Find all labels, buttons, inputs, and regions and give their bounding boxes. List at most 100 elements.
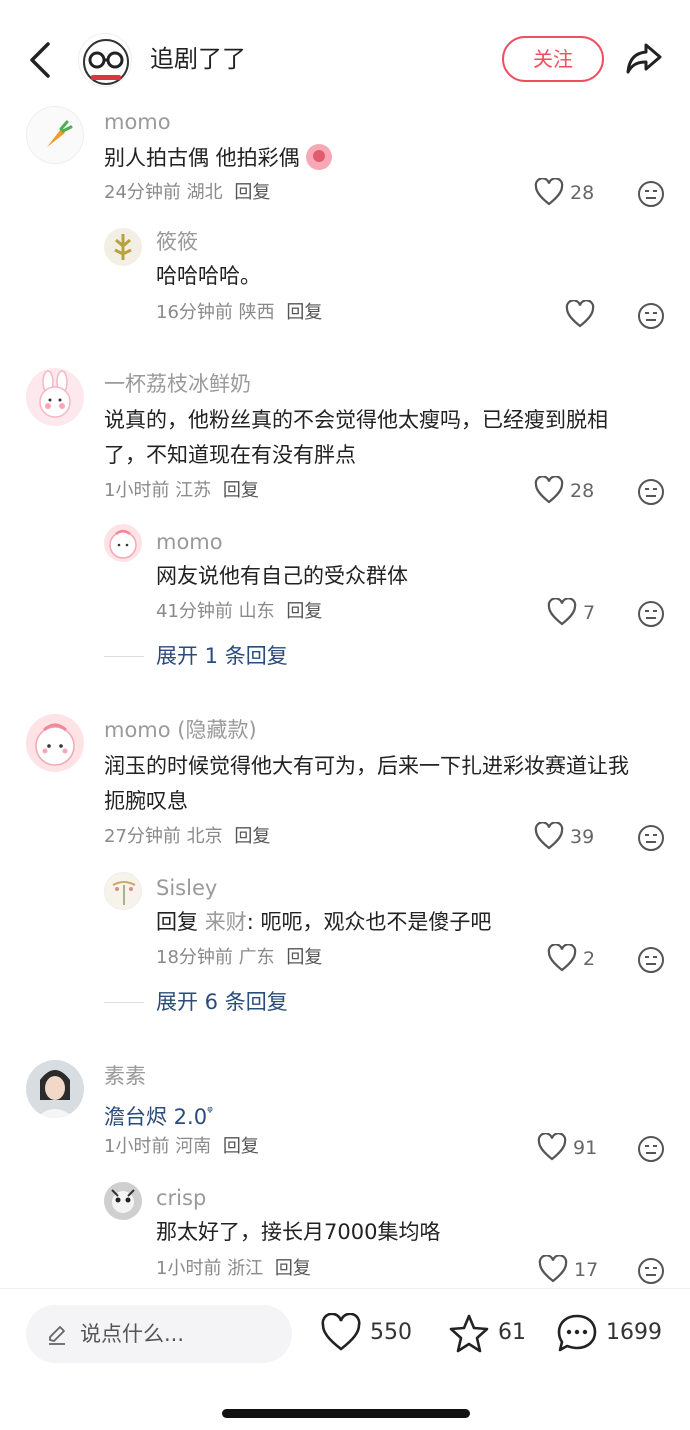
- expand-replies-button[interactable]: 展开 1 条回复: [156, 641, 288, 671]
- dislike-face-icon[interactable]: [637, 946, 665, 974]
- comment-text: 说真的，他粉丝真的不会觉得他太瘦吗，已经瘦到脱相: [104, 408, 608, 432]
- comment-text: 了，不知道现在有没有胖点: [104, 443, 356, 467]
- reply-text: 哈哈哈哈。: [156, 264, 261, 288]
- search-link-text[interactable]: 澹台烬 2.0ᵠ: [104, 1094, 213, 1135]
- reply-button[interactable]: 回复: [223, 480, 259, 501]
- dislike-face-icon[interactable]: [637, 180, 665, 208]
- reply-text: 网友说他有自己的受众群体: [156, 564, 408, 588]
- reply-to-username[interactable]: 来财: [205, 910, 247, 934]
- top-bar: 追剧了了 关注: [0, 0, 690, 112]
- like-button[interactable]: 7: [547, 598, 597, 628]
- comment-button[interactable]: 1699: [556, 1313, 666, 1353]
- like-count: 91: [573, 1137, 598, 1159]
- like-button[interactable]: 2: [547, 944, 597, 974]
- channel-avatar[interactable]: [78, 33, 132, 87]
- reply-username[interactable]: momo: [156, 528, 223, 556]
- favorite-count: 61: [498, 1320, 526, 1345]
- heart-icon: [547, 598, 577, 626]
- divider: [104, 656, 144, 657]
- reply-username[interactable]: Sisley: [156, 874, 217, 902]
- dislike-face-icon[interactable]: [637, 1135, 665, 1163]
- reply-button[interactable]: 回复: [234, 182, 270, 203]
- bottom-action-bar: 说点什么... 550 61 1699: [0, 1288, 690, 1430]
- comment-username[interactable]: 一杯荔枝冰鲜奶: [104, 370, 251, 398]
- like-button[interactable]: 17: [538, 1255, 598, 1285]
- like-count: 7: [583, 602, 596, 624]
- favorite-button[interactable]: 61: [448, 1313, 528, 1353]
- comment-username[interactable]: momo (隐藏款): [104, 716, 257, 744]
- divider: [104, 1002, 144, 1003]
- like-post-button[interactable]: 550: [320, 1312, 420, 1353]
- reply-button[interactable]: 回复: [275, 1258, 311, 1279]
- comment-input-placeholder: 说点什么...: [80, 1322, 185, 1346]
- comment-bubble-icon: [557, 1314, 597, 1352]
- comment-username[interactable]: momo: [104, 108, 171, 136]
- reply-username[interactable]: 筱筱: [156, 228, 198, 256]
- channel-name[interactable]: 追剧了了: [150, 42, 246, 76]
- comment-username[interactable]: 素素: [104, 1062, 146, 1090]
- reply-button[interactable]: 回复: [286, 947, 322, 968]
- like-button[interactable]: 28: [534, 476, 598, 506]
- like-button[interactable]: 28: [534, 178, 598, 208]
- avatar[interactable]: [104, 228, 142, 266]
- like-button[interactable]: [565, 300, 595, 330]
- heart-icon: [538, 1255, 568, 1283]
- heart-icon: [534, 476, 564, 504]
- heart-icon: [537, 1133, 567, 1161]
- dislike-face-icon[interactable]: [637, 478, 665, 506]
- reply-text: 那太好了，接长月7000集均咯: [156, 1220, 441, 1244]
- reply-button[interactable]: 回复: [286, 601, 322, 622]
- dislike-face-icon[interactable]: [637, 600, 665, 628]
- comment-meta: 27分钟前 北京 回复: [104, 826, 271, 847]
- comment-list[interactable]: momo 别人拍古偶 他拍彩偶 24分钟前 湖北 回复 28 筱筱 哈哈哈哈。 …: [0, 100, 690, 1286]
- avatar[interactable]: [104, 524, 142, 562]
- avatar[interactable]: [26, 1060, 84, 1118]
- search-link-icon: ᵠ: [207, 1104, 213, 1120]
- reply-button[interactable]: 回复: [223, 1136, 259, 1157]
- star-icon: [449, 1314, 489, 1353]
- avatar[interactable]: [26, 368, 84, 426]
- expand-replies-button[interactable]: 展开 6 条回复: [156, 987, 288, 1017]
- dislike-face-icon[interactable]: [637, 824, 665, 852]
- heart-icon: [534, 178, 564, 206]
- crying-face-icon: [306, 144, 333, 170]
- heart-icon: [547, 944, 577, 972]
- share-icon[interactable]: [624, 38, 664, 78]
- like-count: 39: [570, 826, 595, 848]
- reply-button[interactable]: 回复: [286, 302, 322, 323]
- reply-button[interactable]: 回复: [234, 826, 270, 847]
- reply-meta: 18分钟前 广东 回复: [156, 947, 323, 968]
- back-arrow-icon[interactable]: [26, 40, 54, 80]
- heart-icon: [534, 822, 564, 850]
- like-count: 28: [570, 182, 595, 204]
- comment-meta: 24分钟前 湖北 回复: [104, 182, 271, 203]
- like-count: 28: [570, 480, 595, 502]
- dislike-face-icon[interactable]: [637, 1257, 665, 1285]
- reply-text: 回复 来财: 呃呃，观众也不是傻子吧: [156, 910, 492, 934]
- like-count: 2: [583, 948, 596, 970]
- heart-icon: [321, 1312, 361, 1351]
- avatar[interactable]: [26, 106, 84, 164]
- comment-meta: 1小时前 河南 回复: [104, 1136, 259, 1157]
- pencil-icon: [49, 1326, 65, 1345]
- avatar[interactable]: [26, 714, 84, 772]
- dislike-face-icon[interactable]: [637, 302, 665, 330]
- comment-text: 别人拍古偶 他拍彩偶: [104, 140, 333, 176]
- reply-meta: 16分钟前 陕西 回复: [156, 302, 323, 323]
- comment-count: 1699: [606, 1320, 662, 1345]
- like-button[interactable]: 39: [534, 822, 598, 852]
- heart-icon: [565, 300, 595, 328]
- comment-text: 润玉的时候觉得他大有可为，后来一下扎进彩妆赛道让我: [104, 754, 629, 778]
- post-like-count: 550: [370, 1320, 412, 1345]
- follow-button[interactable]: 关注: [502, 36, 604, 82]
- like-button[interactable]: 91: [537, 1133, 601, 1163]
- like-count: 17: [574, 1259, 599, 1281]
- comment-text: 扼腕叹息: [104, 789, 188, 813]
- home-indicator[interactable]: [222, 1409, 470, 1418]
- reply-meta: 41分钟前 山东 回复: [156, 601, 323, 622]
- avatar[interactable]: [104, 1182, 142, 1220]
- reply-meta: 1小时前 浙江 回复: [156, 1258, 311, 1279]
- comment-input[interactable]: 说点什么...: [26, 1305, 292, 1363]
- avatar[interactable]: [104, 872, 142, 910]
- reply-username[interactable]: crisp: [156, 1184, 206, 1212]
